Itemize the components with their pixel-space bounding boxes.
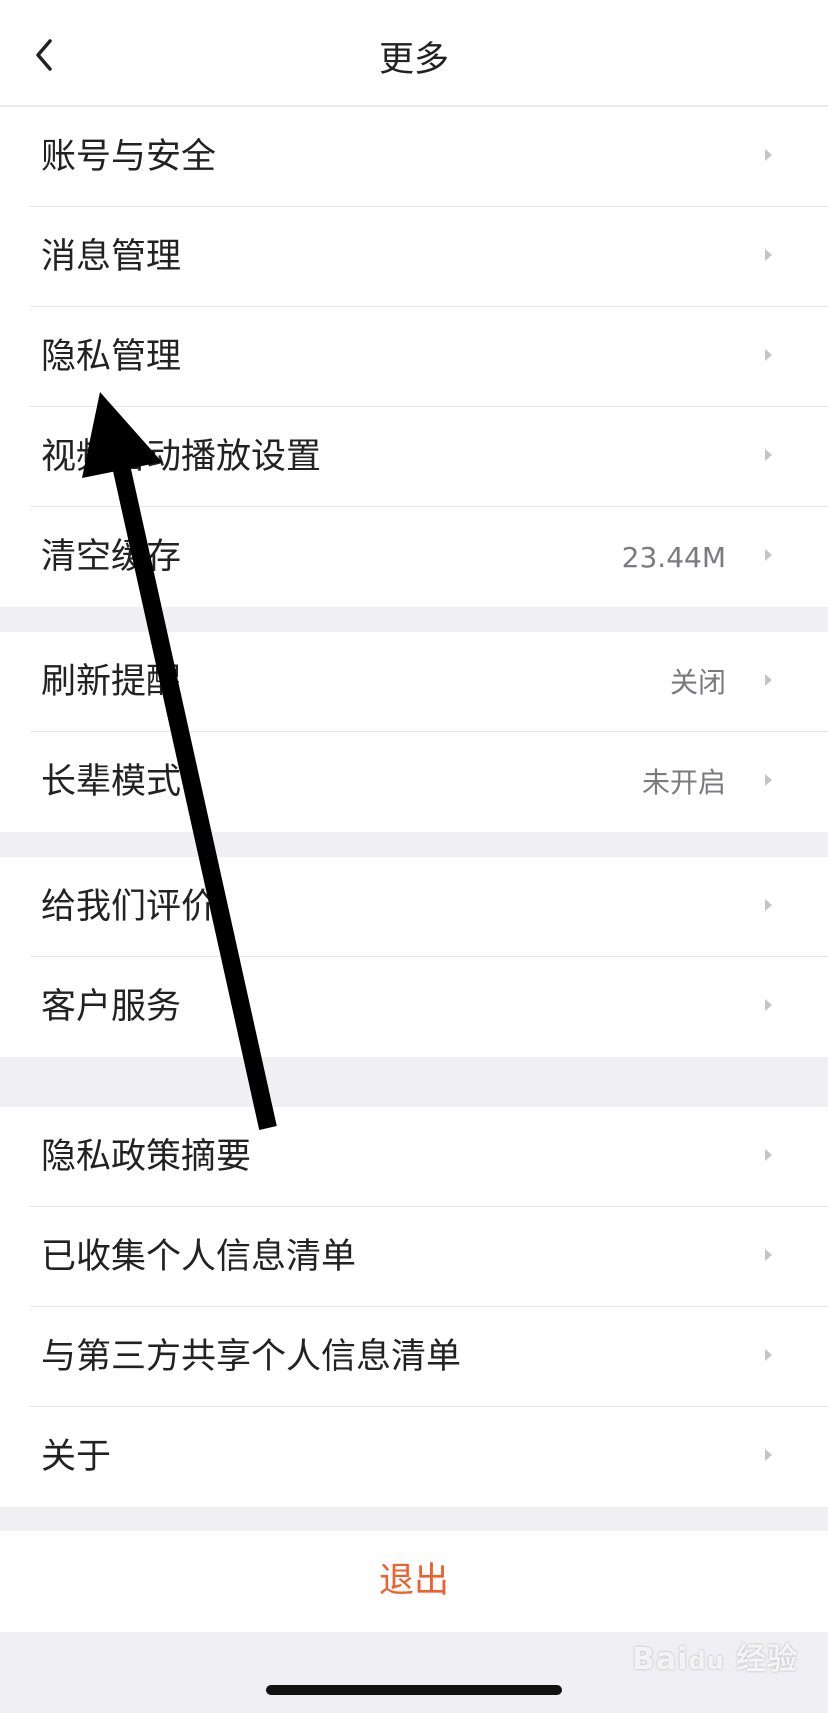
chevron-right-icon	[765, 1349, 772, 1361]
chevron-right-icon	[765, 674, 772, 686]
row-elder-mode[interactable]: 长辈模式 未开启	[0, 732, 828, 832]
row-third-party-sharing-list[interactable]: 与第三方共享个人信息清单	[0, 1307, 828, 1407]
settings-group-feedback: 给我们评价 客户服务	[0, 857, 828, 1057]
row-label: 消息管理	[41, 237, 182, 277]
row-label: 长辈模式	[41, 762, 182, 802]
chevron-right-icon	[765, 249, 772, 261]
row-account-security[interactable]: 账号与安全	[0, 107, 828, 207]
row-label: 隐私政策摘要	[41, 1137, 252, 1177]
chevron-right-icon	[765, 549, 772, 561]
chevron-right-icon	[765, 149, 772, 161]
row-label: 关于	[41, 1437, 112, 1477]
settings-group-privacy-info: 隐私政策摘要 已收集个人信息清单 与第三方共享个人信息清单 关于	[0, 1107, 828, 1507]
chevron-right-icon	[765, 449, 772, 461]
row-rate-us[interactable]: 给我们评价	[0, 857, 828, 957]
chevron-right-icon	[765, 1149, 772, 1161]
nav-bar: 更多	[0, 0, 828, 106]
row-label: 刷新提醒	[41, 662, 182, 702]
chevron-right-icon	[765, 1449, 772, 1461]
row-message-management[interactable]: 消息管理	[0, 207, 828, 307]
row-label: 已收集个人信息清单	[41, 1237, 357, 1277]
row-label: 给我们评价	[41, 887, 217, 927]
row-clear-cache[interactable]: 清空缓存 23.44M	[0, 507, 828, 607]
row-label: 隐私管理	[41, 337, 182, 377]
baidu-jingyan-watermark: Baidu 经验	[632, 1624, 797, 1680]
home-indicator	[266, 1685, 562, 1695]
row-about[interactable]: 关于	[0, 1407, 828, 1507]
settings-group-general: 账号与安全 消息管理 隐私管理 视频自动播放设置 清空缓存 23.44M	[0, 107, 828, 607]
settings-group-modes: 刷新提醒 关闭 长辈模式 未开启	[0, 632, 828, 832]
chevron-right-icon	[765, 1249, 772, 1261]
refresh-reminder-value: 关闭	[669, 666, 726, 699]
row-collected-info-list[interactable]: 已收集个人信息清单	[0, 1207, 828, 1307]
row-label: 账号与安全	[41, 137, 217, 177]
row-privacy-management[interactable]: 隐私管理	[0, 307, 828, 407]
row-label: 清空缓存	[41, 537, 182, 577]
row-label: 与第三方共享个人信息清单	[41, 1337, 462, 1377]
watermark-logo: Baidu 经验	[632, 1642, 799, 1677]
logout-label: 退出	[378, 1561, 449, 1601]
cache-size-value: 23.44M	[621, 541, 726, 574]
page-title: 更多	[378, 40, 449, 80]
row-customer-service[interactable]: 客户服务	[0, 957, 828, 1057]
chevron-right-icon	[765, 999, 772, 1011]
row-privacy-policy-summary[interactable]: 隐私政策摘要	[0, 1107, 828, 1207]
elder-mode-value: 未开启	[641, 766, 726, 799]
logout-button[interactable]: 退出	[0, 1531, 828, 1632]
row-label: 视频自动播放设置	[41, 437, 322, 477]
row-refresh-reminder[interactable]: 刷新提醒 关闭	[0, 632, 828, 732]
row-video-autoplay[interactable]: 视频自动播放设置	[0, 407, 828, 507]
chevron-right-icon	[765, 774, 772, 786]
chevron-right-icon	[765, 349, 772, 361]
row-label: 客户服务	[41, 987, 182, 1027]
chevron-right-icon	[765, 899, 772, 911]
